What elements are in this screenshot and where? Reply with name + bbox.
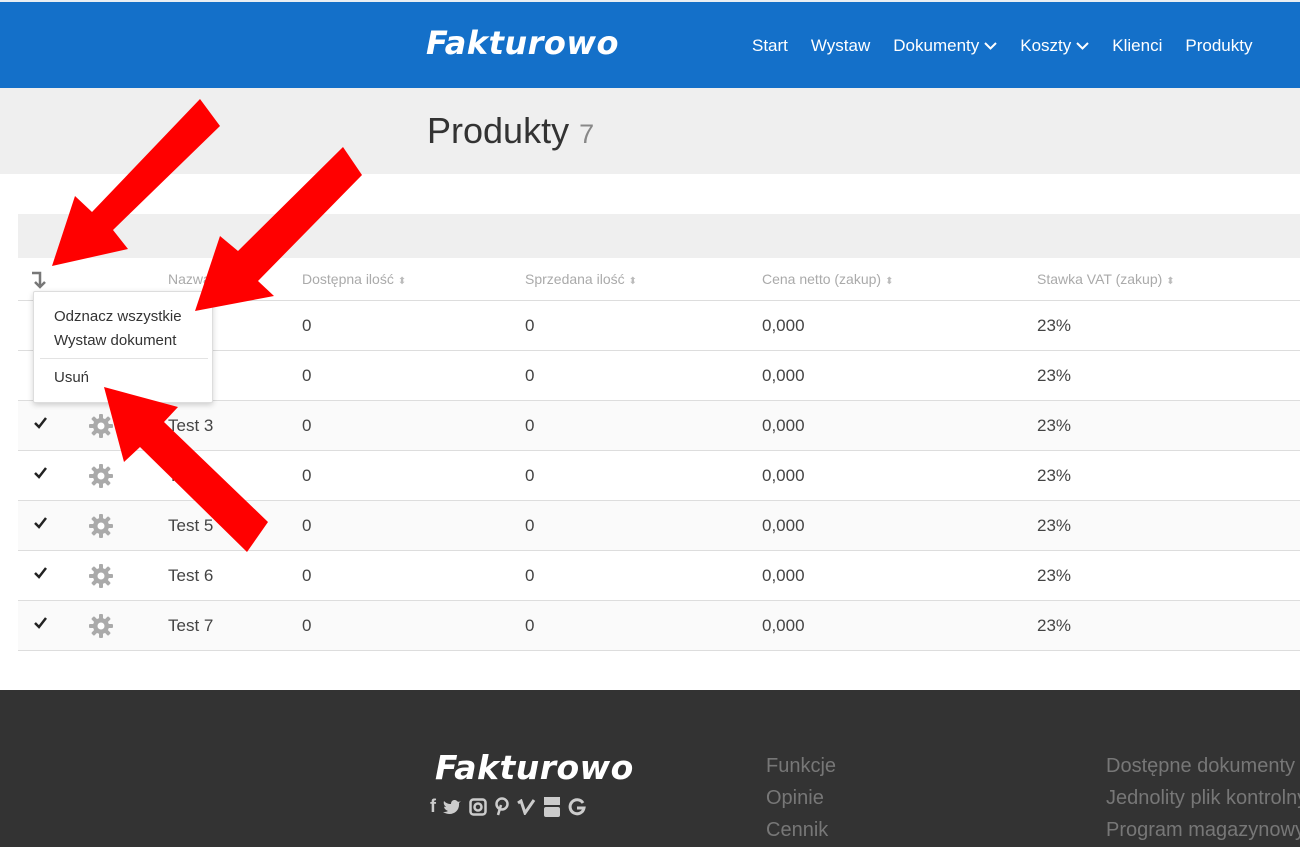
issue-document-item[interactable]: Wystaw dokument [54,332,176,349]
sort-icon: ⬍ [628,276,638,287]
footer-logo[interactable]: Fakturowo [435,748,634,787]
footer-link-documents[interactable]: Dostępne dokumenty [1106,750,1300,782]
product-name[interactable]: Test 6 [168,566,213,586]
sort-icon: ⬍ [885,276,894,287]
vat-rate: 23% [1037,316,1072,335]
available-qty: 0 [302,466,312,485]
col-name[interactable]: Nazwa ⬍ [168,271,223,287]
col-available[interactable]: Dostępna ilość ⬍ [302,271,406,287]
available-qty: 0 [302,516,312,535]
title-band: Produkty 7 [0,88,1300,174]
chevron-down-icon [984,42,997,50]
vat-rate: 23% [1037,616,1072,635]
table-row[interactable]: Test 3 0 0 0,000 23% [18,401,1300,451]
nav-klienci[interactable]: Klienci [1112,36,1162,56]
sold-qty: 0 [525,366,535,385]
sort-icon: ⬍ [397,276,407,287]
footer: Fakturowo f Funkcje Opinie Cennik Dostęp… [0,690,1300,847]
net-price: 0,000 [762,516,805,535]
sold-qty: 0 [525,416,535,435]
available-qty: 0 [302,616,312,635]
available-qty: 0 [302,316,312,335]
main-nav: Start Wystaw Dokumenty Koszty Klienci Pr… [752,36,1275,56]
footer-link-pricing[interactable]: Cennik [766,814,836,846]
gear-icon[interactable] [88,513,114,539]
vat-rate: 23% [1037,416,1072,435]
menu-divider [40,358,208,359]
available-qty: 0 [302,416,312,435]
footer-links-col2: Dostępne dokumenty Jednolity plik kontro… [1106,750,1300,846]
net-price: 0,000 [762,466,805,485]
footer-link-jpk[interactable]: Jednolity plik kontrolny [1106,782,1300,814]
vat-rate: 23% [1037,466,1072,485]
bulk-actions-dropdown: Odznacz wszystkie Wystaw dokument Usuń [33,291,213,403]
vat-rate: 23% [1037,366,1072,385]
twitter-icon[interactable] [443,799,462,815]
google-icon[interactable] [568,797,586,816]
gear-icon[interactable] [88,413,114,439]
net-price: 0,000 [762,366,805,385]
nav-koszty[interactable]: Koszty [1020,36,1089,56]
sold-qty: 0 [525,516,535,535]
gear-icon[interactable] [88,563,114,589]
footer-links-col1: Funkcje Opinie Cennik [766,750,836,846]
vat-rate: 23% [1037,566,1072,585]
select-all-dropdown-icon[interactable] [30,270,46,290]
net-price: 0,000 [762,316,805,335]
table-row[interactable]: Test 4 0 0 0,000 23% [18,451,1300,501]
table-toolbar [18,214,1300,258]
product-name[interactable]: Test 7 [168,616,213,636]
product-name[interactable]: Test 3 [168,416,213,436]
sort-icon: ⬍ [1166,276,1175,287]
vimeo-icon[interactable] [517,798,536,815]
table-row[interactable]: Test 6 0 0 0,000 23% [18,551,1300,601]
product-name[interactable]: Test 4 [168,466,213,486]
deselect-all-item[interactable]: Odznacz wszystkie [54,308,182,325]
social-links: f [430,796,586,817]
delete-item[interactable]: Usuń [54,369,89,386]
sold-qty: 0 [525,316,535,335]
sold-qty: 0 [525,466,535,485]
page-title: Produkty 7 [427,110,595,151]
checked-checkbox-icon[interactable] [33,565,48,580]
net-price: 0,000 [762,566,805,585]
sort-icon: ⬍ [214,276,224,287]
net-price: 0,000 [762,616,805,635]
available-qty: 0 [302,366,312,385]
nav-dokumenty[interactable]: Dokumenty [893,36,997,56]
product-count: 7 [579,119,595,149]
gear-icon[interactable] [88,463,114,489]
product-name[interactable]: Test 5 [168,516,213,536]
net-price: 0,000 [762,416,805,435]
facebook-icon[interactable]: f [430,796,436,817]
sold-qty: 0 [525,616,535,635]
col-price[interactable]: Cena netto (zakup) ⬍ [762,271,893,287]
nav-produkty[interactable]: Produkty [1185,36,1252,56]
instagram-icon[interactable] [469,797,487,816]
table-row[interactable]: Test 5 0 0 0,000 23% [18,501,1300,551]
col-sold[interactable]: Sprzedana ilość ⬍ [525,271,637,287]
footer-link-reviews[interactable]: Opinie [766,782,836,814]
sold-qty: 0 [525,566,535,585]
checked-checkbox-icon[interactable] [33,465,48,480]
table-row[interactable]: Test 7 0 0 0,000 23% [18,601,1300,651]
chevron-down-icon [1076,42,1089,50]
pinterest-icon[interactable] [494,797,510,816]
nav-wystaw[interactable]: Wystaw [811,36,870,56]
gear-icon[interactable] [88,613,114,639]
nav-start[interactable]: Start [752,36,788,56]
footer-link-warehouse[interactable]: Program magazynowy [1106,814,1300,846]
available-qty: 0 [302,566,312,585]
checked-checkbox-icon[interactable] [33,615,48,630]
checked-checkbox-icon[interactable] [33,515,48,530]
vat-rate: 23% [1037,516,1072,535]
youtube-icon[interactable] [543,796,561,817]
col-vat[interactable]: Stawka VAT (zakup) ⬍ [1037,271,1175,287]
brand-logo[interactable]: Fakturowo [426,24,619,62]
checked-checkbox-icon[interactable] [33,415,48,430]
footer-link-features[interactable]: Funkcje [766,750,836,782]
page: { "header": { "logo": "Fakturowo", "nav"… [0,0,1300,847]
top-navbar: Fakturowo Start Wystaw Dokumenty Koszty … [0,0,1300,88]
